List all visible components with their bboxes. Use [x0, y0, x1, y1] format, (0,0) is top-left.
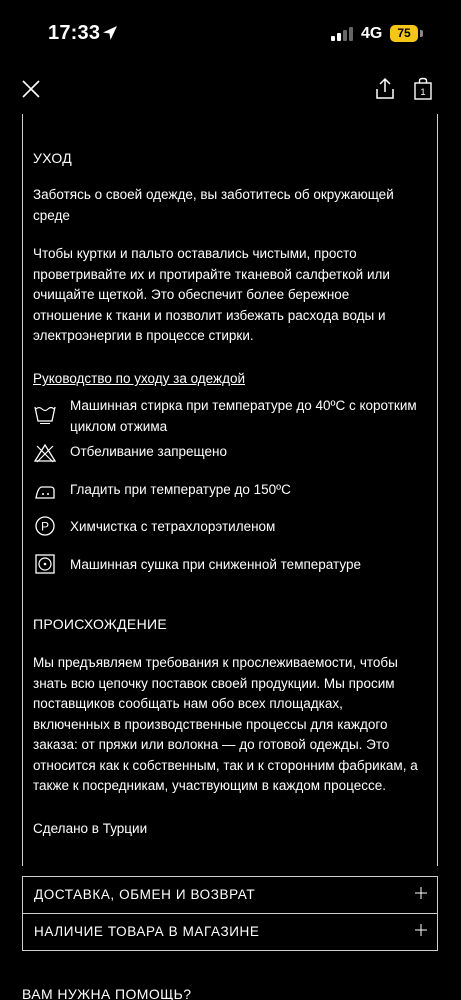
care-instruction-text: Машинная стирка при температуре до 40ºC … [70, 398, 417, 434]
status-time: 17:33 [48, 22, 101, 44]
care-instruction-text: Химчистка с тетрахлорэтиленом [70, 519, 276, 534]
iron-150-icon [35, 486, 55, 499]
dry-clean-p-icon: P [35, 516, 55, 536]
care-intro: Заботясь о своей одежде, вы заботитесь о… [33, 187, 394, 223]
help-title: ВАМ НУЖНА ПОМОЩЬ? [22, 986, 192, 1000]
care-guide-link[interactable]: Руководство по уходу за одеждой [33, 369, 245, 390]
origin-made-in: Сделано в Турции [33, 821, 148, 836]
svg-text:P: P [41, 520, 49, 534]
battery-level: 75 [390, 25, 418, 42]
location-arrow-icon [103, 26, 117, 40]
origin-body: Мы предъявляем требования к прослеживаем… [33, 655, 418, 793]
close-icon[interactable] [20, 78, 42, 100]
plus-icon [415, 924, 427, 936]
care-instruction-text: Отбеливание запрещено [70, 444, 227, 459]
battery-icon: 75 [390, 25, 424, 42]
tumble-dry-low-icon [35, 554, 55, 574]
care-instruction-text: Машинная сушка при сниженной температуре [70, 557, 361, 572]
care-instruction-text: Гладить при температуре до 150ºC [70, 482, 291, 497]
wash-40-icon [34, 406, 56, 424]
accordion-label: НАЛИЧИЕ ТОВАРА В МАГАЗИНЕ [34, 924, 260, 939]
origin-title: ПРОИСХОЖДЕНИЕ [33, 616, 167, 632]
top-nav: 1 [0, 70, 461, 110]
no-bleach-icon [33, 443, 57, 463]
network-type: 4G [361, 25, 383, 42]
shopping-bag-icon[interactable]: 1 [413, 77, 433, 101]
plus-icon [415, 887, 427, 899]
accordion-delivery-returns[interactable]: ДОСТАВКА, ОБМЕН И ВОЗВРАТ [22, 876, 438, 914]
share-icon[interactable] [374, 77, 396, 101]
svg-text:1: 1 [420, 87, 425, 97]
care-body: Чтобы куртки и пальто оставались чистыми… [33, 246, 390, 343]
accordion-store-availability[interactable]: НАЛИЧИЕ ТОВАРА В МАГАЗИНЕ [22, 913, 438, 951]
accordion-label: ДОСТАВКА, ОБМЕН И ВОЗВРАТ [34, 887, 256, 902]
status-bar: 17:33 4G 75 [0, 0, 461, 70]
signal-strength-icon [331, 27, 353, 41]
care-title: УХОД [33, 150, 73, 166]
